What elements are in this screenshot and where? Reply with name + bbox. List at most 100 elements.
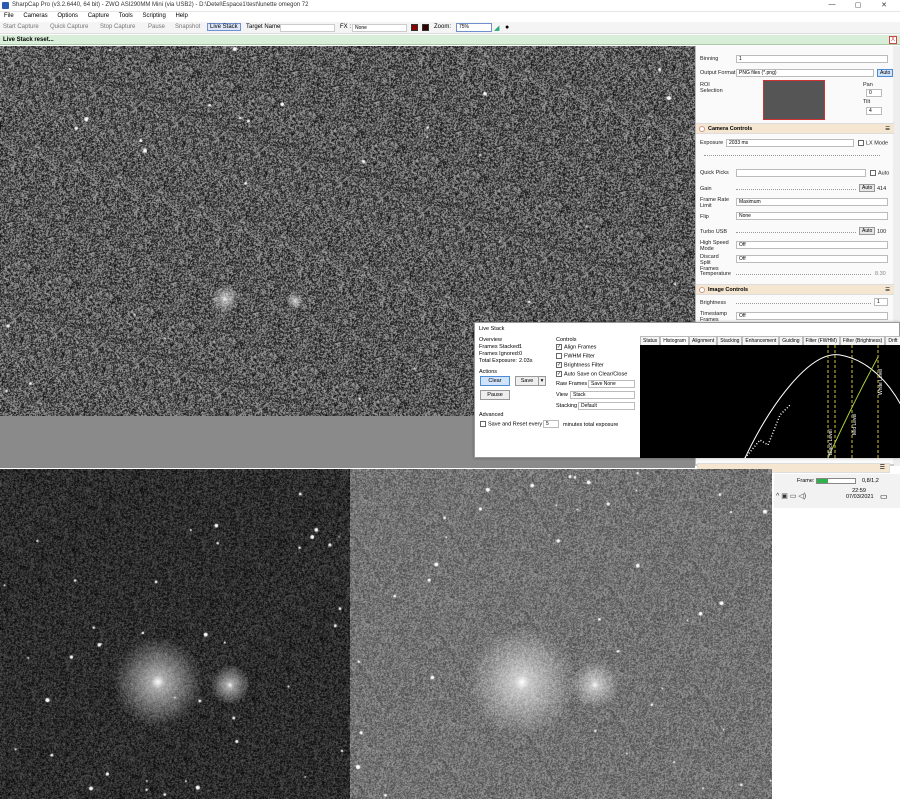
- exposure-slider[interactable]: [704, 150, 880, 156]
- pause-stack-button[interactable]: Pause: [480, 390, 510, 400]
- binning-select[interactable]: 1: [736, 55, 888, 63]
- image-controls-header[interactable]: Image Controls ☰: [696, 284, 894, 295]
- histogram-icon[interactable]: ◢: [494, 24, 499, 32]
- notifications-icon[interactable]: ▭: [880, 492, 888, 501]
- save-dropdown-icon[interactable]: ▾: [538, 376, 546, 386]
- roi-preview[interactable]: [763, 80, 825, 120]
- network-icon[interactable]: ▣: [781, 493, 788, 500]
- hamburger-menu-icon[interactable]: ☰: [880, 464, 885, 471]
- quick-capture-button[interactable]: Quick Capture: [50, 24, 88, 30]
- system-clock[interactable]: 22:59 07/03/2021: [846, 488, 874, 500]
- output-format-label: Output Format: [700, 70, 736, 76]
- output-auto-button[interactable]: Auto: [877, 69, 894, 77]
- reticle-icon[interactable]: ●: [505, 24, 509, 31]
- start-capture-button[interactable]: Start Capture: [3, 24, 39, 30]
- window-title: SharpCap Pro (v3.2.6440, 64 bit) - ZWO A…: [12, 2, 309, 8]
- total-exposure-label: Total Exposure:: [479, 358, 517, 364]
- raw-frames-select[interactable]: Save None: [588, 380, 635, 388]
- hamburger-menu-icon[interactable]: ☰: [885, 285, 890, 295]
- menu-tools[interactable]: Tools: [115, 12, 137, 20]
- speaker-icon[interactable]: ◁): [798, 493, 806, 500]
- zoom-select[interactable]: 75%: [456, 23, 492, 32]
- quick-picks-select[interactable]: [736, 169, 866, 177]
- hamburger-menu-icon[interactable]: ☰: [885, 124, 890, 134]
- histogram-display[interactable]: Black Level Mid Level White Level: [640, 345, 900, 459]
- maximize-button[interactable]: ▢: [846, 1, 870, 11]
- exposure-input[interactable]: 2033 ms: [726, 139, 854, 147]
- tab-filter-brightness[interactable]: Filter (Brightness): [839, 336, 886, 345]
- output-format-select[interactable]: PNG files (*.png): [736, 69, 874, 77]
- color-swatch-icon[interactable]: [411, 24, 418, 31]
- gain-auto-button[interactable]: Auto: [859, 184, 876, 192]
- frame-value: 0,8/1,2: [862, 478, 879, 484]
- tab-alignment[interactable]: Alignment: [688, 336, 718, 345]
- high-speed-select[interactable]: Off: [736, 241, 888, 249]
- fx-select[interactable]: None: [352, 24, 407, 32]
- live-stack-button[interactable]: Live Stack: [207, 23, 241, 31]
- view-select[interactable]: Stack: [570, 391, 635, 399]
- quick-picks-auto-checkbox[interactable]: Auto: [870, 170, 889, 176]
- camera-controls-header[interactable]: Camera Controls ☰: [696, 123, 894, 134]
- frame-rate-select[interactable]: Maximum: [736, 198, 888, 206]
- menu-capture[interactable]: Capture: [84, 12, 113, 20]
- actions-label: Actions: [479, 369, 498, 375]
- quick-picks-auto-label: Auto: [878, 170, 890, 177]
- battery-icon[interactable]: ▭: [790, 493, 797, 500]
- discard-split-select[interactable]: Off: [736, 255, 888, 263]
- close-window-button[interactable]: ✕: [872, 1, 896, 11]
- turbo-value: 100: [877, 229, 887, 235]
- lx-mode-label: LX Mode: [866, 140, 889, 147]
- align-frames-checkbox[interactable]: ✓ Align Frames: [556, 344, 596, 350]
- menu-cameras[interactable]: Cameras: [19, 12, 51, 20]
- stop-capture-button[interactable]: Stop Capture: [100, 24, 135, 30]
- section-toggle-icon: [699, 287, 705, 293]
- live-stack-panel: Live Stack Overview Frames Stacked: 1 Fr…: [474, 322, 900, 459]
- tilt-input[interactable]: 4: [866, 107, 882, 115]
- menu-options[interactable]: Options: [53, 12, 82, 20]
- auto-save-label: Auto Save on Clear/Close: [564, 371, 628, 378]
- save-reset-input[interactable]: 5: [543, 420, 559, 428]
- tab-status[interactable]: Status: [640, 336, 661, 345]
- brightness-filter-label: Brightness Filter: [564, 362, 604, 369]
- image-controls-title: Image Controls: [708, 287, 749, 293]
- minimize-button[interactable]: —: [820, 1, 844, 11]
- save-reset-suffix: minutes total exposure: [563, 422, 619, 428]
- galaxy-image-stretched: [350, 469, 772, 799]
- tab-enhancement[interactable]: Enhancement: [742, 336, 780, 345]
- close-status-button[interactable]: X: [889, 36, 897, 44]
- tab-histogram[interactable]: Histogram: [660, 336, 689, 345]
- target-name-input[interactable]: [280, 24, 335, 32]
- chevron-up-icon[interactable]: ^: [776, 493, 779, 500]
- tab-drift[interactable]: Drift: [885, 336, 900, 345]
- brightness-input[interactable]: 1: [874, 298, 888, 306]
- flip-select[interactable]: None: [736, 212, 888, 220]
- save-button[interactable]: Save: [515, 376, 539, 386]
- lx-mode-checkbox[interactable]: LX Mode: [858, 140, 888, 146]
- tab-filter-fwhm[interactable]: Filter (FWHM): [802, 336, 840, 345]
- menu-help[interactable]: Help: [171, 12, 191, 20]
- clear-button[interactable]: Clear: [480, 376, 510, 386]
- gain-slider[interactable]: [736, 184, 856, 190]
- discard-split-label: Discard Split Frames: [700, 254, 719, 272]
- brightness-filter-checkbox[interactable]: ✓ Brightness Filter: [556, 362, 604, 368]
- pause-button[interactable]: Pause: [148, 24, 165, 30]
- zoom-label: Zoom:: [434, 24, 452, 30]
- auto-save-checkbox[interactable]: ✓ Auto Save on Clear/Close: [556, 371, 627, 377]
- fwhm-filter-checkbox[interactable]: FWHM Filter: [556, 353, 595, 359]
- color-swatch-icon[interactable]: [422, 24, 429, 31]
- stacked-image-stretched: [350, 469, 772, 799]
- tab-stacking[interactable]: Stacking: [717, 336, 743, 345]
- timestamp-select[interactable]: Off: [736, 312, 888, 320]
- stacking-select[interactable]: Default: [578, 402, 635, 410]
- snapshot-button[interactable]: Snapshot: [175, 24, 200, 30]
- save-reset-checkbox[interactable]: Save and Reset every: [480, 421, 542, 427]
- menu-scripting[interactable]: Scripting: [138, 12, 169, 20]
- turbo-auto-button[interactable]: Auto: [859, 227, 876, 235]
- menu-file[interactable]: File: [0, 12, 18, 20]
- temperature-slider: [736, 269, 871, 275]
- pan-input[interactable]: 0: [866, 89, 882, 97]
- tab-guiding[interactable]: Guiding: [779, 336, 803, 345]
- brightness-slider[interactable]: [736, 298, 871, 304]
- tilt-label: Tilt: [863, 99, 871, 105]
- turbo-usb-slider[interactable]: [736, 227, 856, 233]
